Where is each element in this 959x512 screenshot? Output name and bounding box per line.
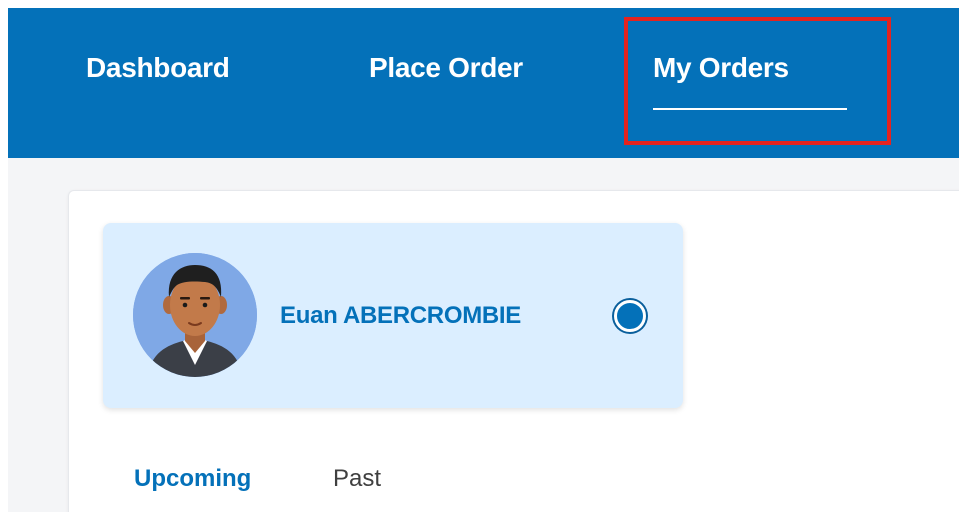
customer-card[interactable]: Euan ABERCROMBIE [103, 223, 683, 408]
orders-panel: Euan ABERCROMBIE Upcoming Past [68, 190, 959, 512]
nav-item-place-order[interactable]: Place Order [369, 48, 523, 88]
person-avatar-icon [133, 253, 257, 377]
customer-name: Euan ABERCROMBIE [280, 302, 521, 329]
app-page: Dashboard Place Order My Orders Euan ABE… [8, 8, 959, 512]
tab-past[interactable]: Past [333, 461, 381, 497]
highlight-annotation-box [624, 17, 891, 145]
nav-item-dashboard[interactable]: Dashboard [86, 48, 230, 88]
avatar [133, 253, 257, 377]
top-navigation-bar: Dashboard Place Order My Orders [8, 8, 959, 158]
customer-select-radio[interactable] [614, 300, 646, 332]
screen: Dashboard Place Order My Orders Euan ABE… [0, 0, 959, 512]
tab-upcoming[interactable]: Upcoming [134, 461, 251, 497]
